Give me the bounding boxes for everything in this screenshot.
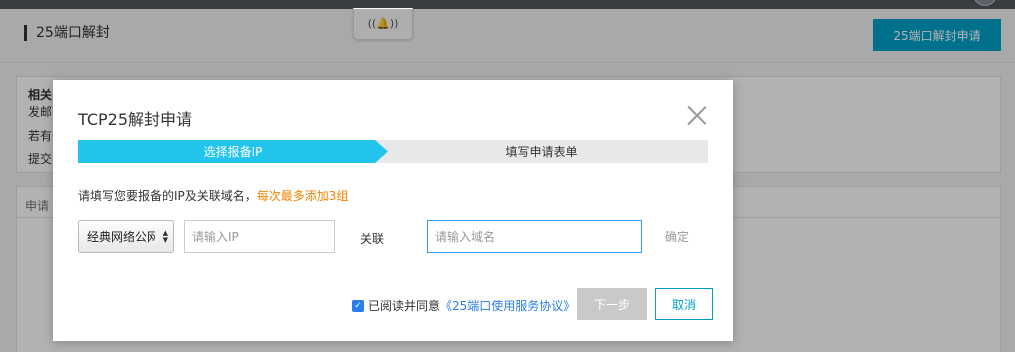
- top-nav-bar: [0, 0, 1015, 9]
- step-label: 选择报备IP: [203, 145, 263, 159]
- hint-text: 请填写您要报备的IP及关联域名，每次最多添加3组: [78, 187, 348, 204]
- agreement-row: ✓ 已阅读并同意 《25端口使用服务协议》: [352, 297, 575, 314]
- hint-warning: 每次最多添加3组: [256, 189, 349, 203]
- confirm-link[interactable]: 确定: [665, 228, 689, 245]
- next-step-button[interactable]: 下一步: [577, 288, 647, 320]
- ip-input[interactable]: [184, 220, 335, 253]
- agree-checkbox[interactable]: ✓: [352, 299, 364, 312]
- domain-input[interactable]: [427, 220, 642, 253]
- step-select-ip: 选择报备IP: [78, 140, 388, 163]
- cancel-button[interactable]: 取消: [655, 288, 713, 320]
- step-fill-form: 填写申请表单: [375, 140, 708, 163]
- step-label: 填写申请表单: [505, 145, 578, 159]
- close-icon[interactable]: [687, 106, 707, 126]
- hint-main: 请填写您要报备的IP及关联域名，: [78, 189, 257, 203]
- agreement-link[interactable]: 《25端口使用服务协议》: [440, 297, 575, 314]
- unblock-dialog: TCP25解封申请 填写申请表单 选择报备IP 请填写您要报备的IP及关联域名，…: [53, 80, 733, 341]
- step-progress: 填写申请表单 选择报备IP: [78, 140, 708, 163]
- select-arrows-icon: ▲ ▼: [162, 229, 168, 244]
- dialog-title: TCP25解封申请: [78, 110, 193, 129]
- network-type-select[interactable]: 经典网络公网 ▲ ▼: [78, 220, 174, 253]
- avatar[interactable]: [973, 0, 997, 6]
- agree-text: 已阅读并同意: [368, 299, 441, 313]
- network-type-value: 经典网络公网: [87, 230, 155, 244]
- assoc-label: 关联: [360, 232, 385, 246]
